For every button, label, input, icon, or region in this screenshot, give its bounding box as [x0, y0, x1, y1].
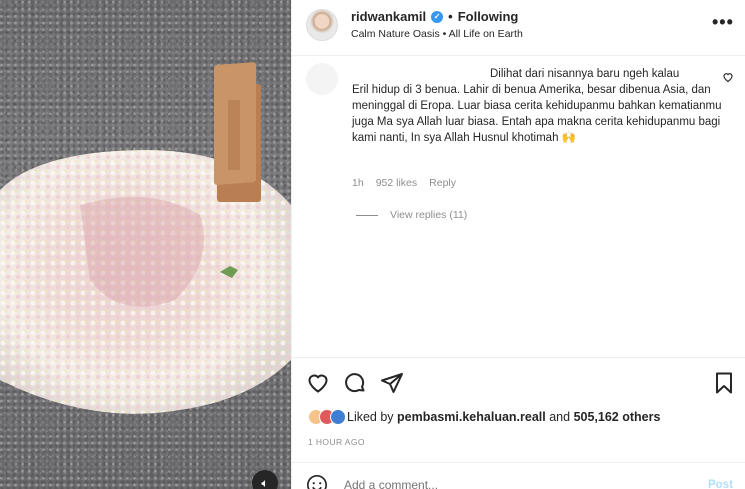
comment-time: 1h	[352, 177, 364, 189]
audio-title[interactable]: Calm Nature Oasis	[351, 28, 440, 40]
audio-separator: •	[442, 28, 447, 40]
likes-summary: Liked by pembasmi.kehaluan.reall and 505…	[308, 409, 660, 425]
add-comment-input[interactable]	[344, 478, 644, 489]
comment-item: Dilihat dari nisannya baru ngeh kalau Er…	[292, 57, 745, 357]
heart-icon[interactable]	[306, 371, 330, 395]
liked-by-user[interactable]: pembasmi.kehaluan.reall	[397, 410, 546, 424]
grave-photo	[0, 0, 291, 489]
post-header: ridwankamil ✓ • Following Calm Nature Oa…	[292, 0, 745, 56]
more-options-icon[interactable]: •••	[712, 12, 734, 33]
bookmark-icon[interactable]	[712, 371, 736, 395]
post-media-image[interactable]: 🔈︎	[0, 0, 291, 489]
following-button[interactable]: Following	[458, 9, 519, 24]
comment-likes[interactable]: 952 likes	[376, 177, 417, 189]
comment-like-heart-icon[interactable]	[722, 71, 734, 83]
post-timestamp[interactable]: 1 HOUR AGO	[308, 437, 365, 447]
likes-count[interactable]: 505,162 others	[574, 410, 661, 424]
divider	[292, 357, 745, 358]
view-replies-label[interactable]: View replies (11)	[390, 209, 467, 221]
liked-by-and: and	[549, 410, 571, 424]
comment-meta: 1h 952 likes Reply	[352, 177, 456, 189]
comment-body: Dilihat dari nisannya baru ngeh kalau Er…	[352, 66, 722, 146]
audio-line[interactable]: Calm Nature Oasis • All Life on Earth	[351, 28, 523, 40]
separator-dot: •	[448, 9, 453, 24]
likes-text: Liked by pembasmi.kehaluan.reall and 505…	[347, 410, 660, 424]
verified-badge-icon: ✓	[431, 10, 444, 23]
comment-icon[interactable]	[343, 371, 367, 395]
author-line: ridwankamil ✓ • Following	[351, 9, 518, 24]
post-comment-button[interactable]: Post	[708, 479, 733, 489]
sound-icon[interactable]: 🔈︎	[252, 470, 278, 489]
author-avatar[interactable]	[306, 9, 338, 41]
author-username[interactable]: ridwankamil	[351, 9, 426, 24]
liked-by-prefix: Liked by	[347, 410, 394, 424]
reply-button[interactable]: Reply	[429, 177, 456, 189]
view-replies-button[interactable]: View replies (11)	[356, 209, 467, 221]
send-icon[interactable]	[380, 371, 404, 395]
comment-line-rest: Eril hidup di 3 benua. Lahir di benua Am…	[352, 84, 722, 144]
replies-line-divider	[356, 214, 378, 216]
post-panel: ridwankamil ✓ • Following Calm Nature Oa…	[291, 0, 745, 489]
divider	[292, 462, 745, 463]
emoji-icon[interactable]	[306, 474, 328, 489]
liker-avatars[interactable]	[308, 409, 346, 425]
commenter-avatar[interactable]	[306, 63, 338, 95]
audio-detail[interactable]: All Life on Earth	[449, 28, 523, 40]
comment-line-1: Dilihat dari nisannya baru ngeh kalau	[490, 68, 680, 80]
